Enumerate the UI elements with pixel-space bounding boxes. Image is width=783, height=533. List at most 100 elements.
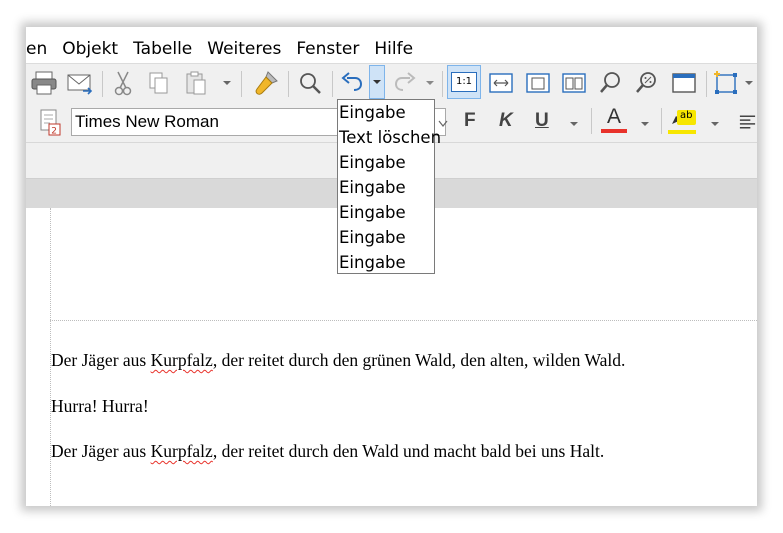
select-object-dropdown-arrow[interactable] [743, 67, 755, 99]
paragraph-1-text-rest: , der reitet durch den grünen Wald, den … [212, 350, 626, 370]
paintbrush-icon [255, 71, 278, 95]
paragraph-3-text-rest: , der reitet durch den Wald und macht ba… [212, 441, 605, 461]
email-button[interactable] [64, 67, 96, 99]
toolbar-separator [332, 71, 333, 97]
font-color-swatch [601, 129, 627, 133]
toolbar-separator [442, 71, 443, 97]
svg-text:2: 2 [51, 127, 57, 137]
underline-dropdown-arrow[interactable] [567, 108, 581, 140]
page-width-icon [489, 73, 513, 93]
undo-history-item[interactable]: Eingabe [338, 175, 434, 200]
font-color-label: A [606, 105, 621, 128]
find-replace-button[interactable] [294, 67, 326, 99]
fullscreen-button[interactable] [668, 67, 700, 99]
undo-history-item[interactable]: Eingabe [338, 200, 434, 225]
cut-button[interactable] [108, 67, 138, 99]
zoom-percent-icon [636, 72, 656, 93]
bold-button[interactable]: F [464, 110, 476, 132]
single-page-icon [526, 73, 550, 93]
menu-formatieren-partial[interactable]: en [26, 36, 47, 62]
print-button[interactable] [28, 67, 60, 99]
text-boundary-horizontal [50, 320, 757, 321]
toolbar-separator [102, 71, 103, 97]
toolbar-separator [661, 108, 662, 134]
undo-history-item[interactable]: Eingabe [338, 250, 434, 275]
paragraph-1-text: Der Jäger aus [51, 350, 151, 370]
toolbar-separator [241, 71, 242, 97]
undo-history-item[interactable]: Text löschen [338, 125, 441, 150]
highlighter-icon: ab [668, 106, 698, 128]
paste-dropdown-arrow[interactable] [220, 67, 234, 99]
chevron-down-icon [426, 81, 434, 85]
chevron-down-icon [711, 122, 719, 126]
chevron-down-icon [641, 122, 649, 126]
zoom-100-button[interactable]: 1:1 [447, 65, 481, 99]
italic-button[interactable]: K [499, 110, 513, 132]
menu-hilfe[interactable]: Hilfe [374, 36, 413, 62]
misspelled-word[interactable]: Kurpfalz [151, 441, 213, 461]
standard-toolbar: 1:1 [26, 64, 757, 102]
paragraph-3-text: Der Jäger aus [51, 441, 151, 461]
redo-button[interactable] [390, 67, 420, 99]
highlight-color-button[interactable]: ab [668, 106, 698, 138]
redo-dropdown-arrow[interactable] [423, 67, 437, 99]
clipboard-icon [186, 71, 206, 95]
redo-icon [394, 72, 416, 91]
selection-frame-icon [714, 71, 737, 94]
select-object-button[interactable] [710, 67, 742, 99]
zoom-badge: 1:1 [451, 72, 477, 92]
fullscreen-icon [672, 73, 696, 93]
zoom-icon [600, 72, 620, 93]
magnifier-icon [300, 73, 321, 94]
paragraph-2[interactable]: Hurra! Hurra! [51, 396, 149, 417]
page-width-button[interactable] [485, 67, 517, 99]
copy-icon [149, 72, 168, 94]
align-left-button[interactable] [738, 106, 757, 138]
font-color-button[interactable]: A [600, 105, 628, 137]
printer-icon [31, 71, 57, 95]
undo-history-item[interactable]: Eingabe [338, 225, 434, 250]
paragraph-1[interactable]: Der Jäger aus Kurpfalz, der reitet durch… [51, 350, 625, 371]
highlight-dropdown-arrow[interactable] [708, 108, 722, 140]
menu-weiteres[interactable]: Weiteres [207, 36, 281, 62]
chevron-down-icon [745, 81, 753, 85]
toolbar-separator [706, 71, 707, 97]
paragraph-style-button[interactable]: 2 [36, 106, 64, 138]
undo-icon [341, 72, 363, 91]
undo-history-item[interactable]: Eingabe [338, 150, 434, 175]
zoom-button[interactable] [595, 67, 627, 99]
undo-history-list: Eingabe Text löschen Eingabe Eingabe Eingabe… [338, 100, 441, 275]
chevron-down-icon [570, 122, 578, 126]
paste-button[interactable] [181, 67, 211, 99]
menu-objekt[interactable]: Objekt [62, 36, 118, 62]
chevron-down-icon [373, 80, 381, 84]
menu-bar: en Objekt Tabelle Weiteres Fenster Hilfe [26, 27, 757, 64]
chevron-down-icon [223, 81, 231, 85]
clone-formatting-button[interactable] [250, 67, 282, 99]
highlight-label: ab [680, 110, 693, 121]
scissors-icon [114, 71, 132, 96]
underline-button[interactable]: U [535, 110, 549, 132]
misspelled-word[interactable]: Kurpfalz [151, 350, 213, 370]
undo-dropdown-arrow[interactable] [369, 65, 385, 99]
undo-history-dropdown: Eingabe Text löschen Eingabe Eingabe Eingabe… [337, 99, 441, 275]
chevron-down-icon [438, 120, 448, 127]
writer-window: en Objekt Tabelle Weiteres Fenster Hilfe [26, 27, 757, 506]
envelope-icon [67, 74, 93, 95]
highlight-color-swatch [668, 130, 696, 134]
copy-button[interactable] [144, 67, 174, 99]
toolbar-separator [591, 108, 592, 134]
undo-history-item[interactable]: Eingabe [338, 100, 434, 125]
single-page-button[interactable] [522, 67, 554, 99]
zoom-percent-button[interactable] [631, 67, 663, 99]
menu-tabelle[interactable]: Tabelle [133, 36, 192, 62]
toolbar-separator [288, 71, 289, 97]
menu-fenster[interactable]: Fenster [296, 36, 359, 62]
align-left-icon [739, 115, 756, 129]
multi-page-button[interactable] [558, 67, 590, 99]
style-page-icon: 2 [40, 109, 61, 137]
paragraph-3[interactable]: Der Jäger aus Kurpfalz, der reitet durch… [51, 441, 604, 462]
undo-button[interactable] [337, 67, 367, 99]
multi-page-icon [562, 73, 586, 93]
font-color-dropdown-arrow[interactable] [638, 108, 652, 140]
